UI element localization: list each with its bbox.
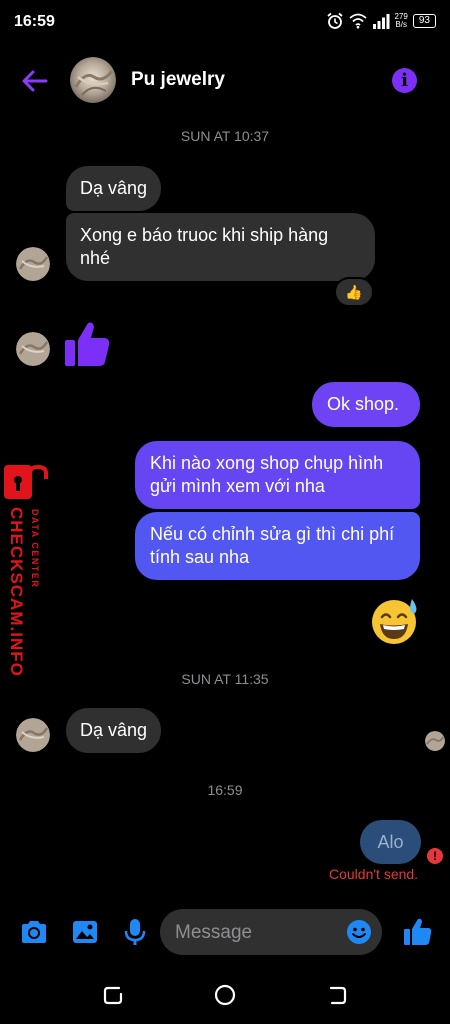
status-icons: 279 B/s 93 <box>326 12 436 30</box>
message-placeholder: Message <box>175 922 253 943</box>
emoji-icon[interactable] <box>347 920 371 944</box>
camera-icon[interactable] <box>19 917 49 947</box>
home-icon[interactable] <box>213 983 237 1007</box>
timestamp: SUN AT 10:37 <box>180 128 270 144</box>
outgoing-message[interactable]: Nếu có chỉnh sửa gì thì chi phí tính sau… <box>135 512 420 580</box>
outgoing-message[interactable]: Ok shop. <box>312 382 420 427</box>
net-speed: 279 B/s <box>395 13 408 29</box>
watermark-subtext: DATA CENTER <box>30 509 40 589</box>
contact-name[interactable]: Pu jewelry <box>131 69 225 91</box>
chat-header: Pu jewelry i <box>0 52 450 110</box>
alarm-icon <box>326 12 343 29</box>
incoming-message[interactable]: Xong e báo truoc khi ship hàng nhé <box>66 213 375 281</box>
incoming-message[interactable]: Dạ vâng <box>66 708 162 753</box>
battery-indicator: 93 <box>412 14 436 28</box>
incoming-message[interactable]: Dạ vâng <box>66 166 162 211</box>
send-error-text[interactable]: Couldn't send. <box>329 866 418 882</box>
back-nav-icon[interactable] <box>325 983 349 1007</box>
mic-icon[interactable] <box>120 917 150 947</box>
navigation-bar <box>0 975 450 1015</box>
like-thumb-icon[interactable] <box>64 320 110 368</box>
timestamp: SUN AT 11:35 <box>181 671 269 687</box>
contact-avatar-small[interactable] <box>16 718 50 752</box>
sweat-smile-emoji[interactable] <box>370 597 420 645</box>
contact-avatar-small[interactable] <box>16 332 50 366</box>
status-bar: 16:59 279 B/s 93 <box>0 0 450 44</box>
error-icon[interactable]: ! <box>427 848 443 864</box>
wifi-icon <box>348 13 367 29</box>
status-time: 16:59 <box>14 13 55 30</box>
contact-avatar-small[interactable] <box>16 247 50 281</box>
outgoing-message-failed[interactable]: Alo <box>360 820 421 864</box>
seen-avatar <box>425 731 445 751</box>
message-input[interactable]: Message <box>160 909 382 955</box>
gallery-icon[interactable] <box>70 917 100 947</box>
net-speed-unit: B/s <box>395 20 407 29</box>
recent-apps-icon[interactable] <box>101 983 125 1007</box>
message-composer: Message <box>0 905 450 959</box>
message-reaction[interactable]: 👍 <box>334 277 374 307</box>
like-icon[interactable] <box>403 917 433 947</box>
watermark: CHECKSCAM.INFO DATA CENTER <box>2 465 50 685</box>
timestamp: 16:59 <box>207 782 243 798</box>
watermark-text: CHECKSCAM.INFO <box>7 507 26 677</box>
signal-icon <box>372 14 390 29</box>
contact-avatar[interactable] <box>70 57 116 103</box>
watermark-lock-icon <box>4 465 48 499</box>
back-arrow-icon[interactable] <box>20 66 50 96</box>
info-icon[interactable]: i <box>392 68 417 93</box>
outgoing-message[interactable]: Khi nào xong shop chụp hình gửi mình xem… <box>135 441 420 509</box>
